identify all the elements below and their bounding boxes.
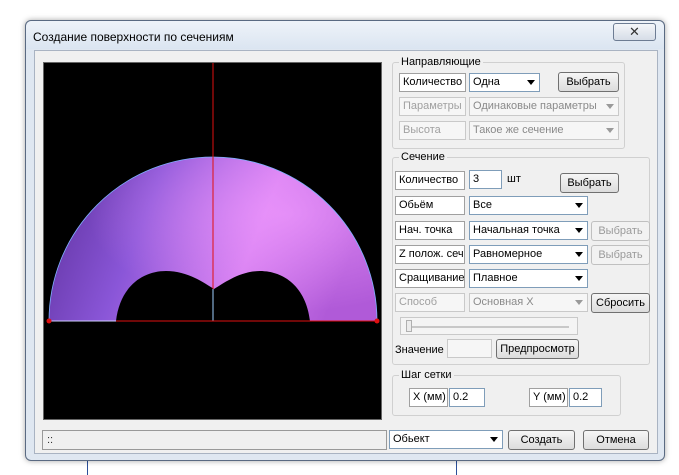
section-zpos-select-button[interactable]: Выбрать <box>591 245 650 265</box>
dialog-client: :: Направляющие Количество Одна Выбрать … <box>34 50 658 454</box>
section-count-unit: шт <box>507 173 521 185</box>
section-count-input[interactable]: 3 <box>469 170 502 189</box>
preview-viewport[interactable] <box>43 62 382 420</box>
section-zpos-value: Равномерное <box>473 248 543 260</box>
grid-y-label: Y (мм) <box>529 388 568 407</box>
section-zpos-label: Z полож. сеч. <box>395 245 465 264</box>
section-method-value: Основная X <box>473 296 534 308</box>
section-start-select-button[interactable]: Выбрать <box>591 221 650 241</box>
chevron-down-icon <box>606 104 614 109</box>
section-select-button[interactable]: Выбрать <box>560 173 619 193</box>
chevron-down-icon <box>527 80 535 85</box>
section-join-value: Плавное <box>473 272 518 284</box>
status-text: :: <box>47 434 54 446</box>
slider-groove <box>409 326 569 328</box>
guides-count-select[interactable]: Одна <box>469 73 540 92</box>
section-start-label: Нач. точка <box>395 221 465 240</box>
surface-render <box>46 63 380 324</box>
close-button[interactable]: ✕ <box>613 23 656 41</box>
guides-params-select[interactable]: Одинаковые параметры <box>469 97 619 116</box>
section-method-select[interactable]: Основная X <box>469 293 588 312</box>
status-bar: :: <box>42 430 387 450</box>
section-volume-label: Обьём <box>395 196 465 215</box>
chevron-down-icon <box>606 128 614 133</box>
section-volume-value: Все <box>473 199 492 211</box>
chevron-down-icon <box>575 203 583 208</box>
grid-x-label: X (мм) <box>409 388 448 407</box>
guides-height-select[interactable]: Такое же сечение <box>469 121 619 140</box>
slider-thumb[interactable] <box>406 320 412 332</box>
close-icon: ✕ <box>629 24 640 39</box>
object-select[interactable]: Обьект <box>389 430 503 449</box>
guides-count-label: Количество <box>399 73 466 92</box>
grid-x-input[interactable]: 0.2 <box>449 388 485 407</box>
window-title: Создание поверхности по сечениям <box>33 30 234 44</box>
chevron-down-icon <box>575 252 583 257</box>
grid-y-input[interactable]: 0.2 <box>569 388 602 407</box>
object-value: Обьект <box>393 433 430 445</box>
section-join-label: Сращивание <box>395 269 465 288</box>
create-button[interactable]: Создать <box>508 430 575 450</box>
guides-height-value: Такое же сечение <box>473 124 564 136</box>
section-reset-button[interactable]: Сбросить <box>591 293 650 313</box>
section-join-select[interactable]: Плавное <box>469 269 588 288</box>
guides-params-value: Одинаковые параметры <box>473 100 597 112</box>
chevron-down-icon <box>575 300 583 305</box>
section-start-select[interactable]: Начальная точка <box>469 221 588 240</box>
section-value-slider[interactable] <box>400 317 578 335</box>
section-zpos-select[interactable]: Равномерное <box>469 245 588 264</box>
grid-legend: Шаг сетки <box>399 369 454 381</box>
chevron-down-icon <box>490 437 498 442</box>
section-legend: Сечение <box>399 151 447 163</box>
section-volume-select[interactable]: Все <box>469 196 588 215</box>
chevron-down-icon <box>575 228 583 233</box>
axis-point-left <box>46 318 52 324</box>
guides-height-label: Высота <box>399 121 466 140</box>
dialog-window: Создание поверхности по сечениям ✕:: На… <box>25 20 665 461</box>
title-bar[interactable]: Создание поверхности по сечениям ✕ <box>26 21 664 49</box>
preview-button[interactable]: Предпросмотр <box>496 339 579 359</box>
section-value-label: Значение <box>395 344 444 356</box>
section-start-value: Начальная точка <box>473 224 560 236</box>
section-count-label: Количество <box>395 171 465 190</box>
chevron-down-icon <box>575 276 583 281</box>
guides-params-label: Параметры <box>399 97 466 116</box>
guides-select-button[interactable]: Выбрать <box>558 72 619 92</box>
guides-count-value: Одна <box>473 76 500 88</box>
axis-point-right <box>374 318 380 324</box>
guides-legend: Направляющие <box>399 56 483 68</box>
section-value-input[interactable] <box>447 339 492 358</box>
cancel-button[interactable]: Отмена <box>583 430 649 450</box>
section-method-label: Способ <box>395 293 465 312</box>
